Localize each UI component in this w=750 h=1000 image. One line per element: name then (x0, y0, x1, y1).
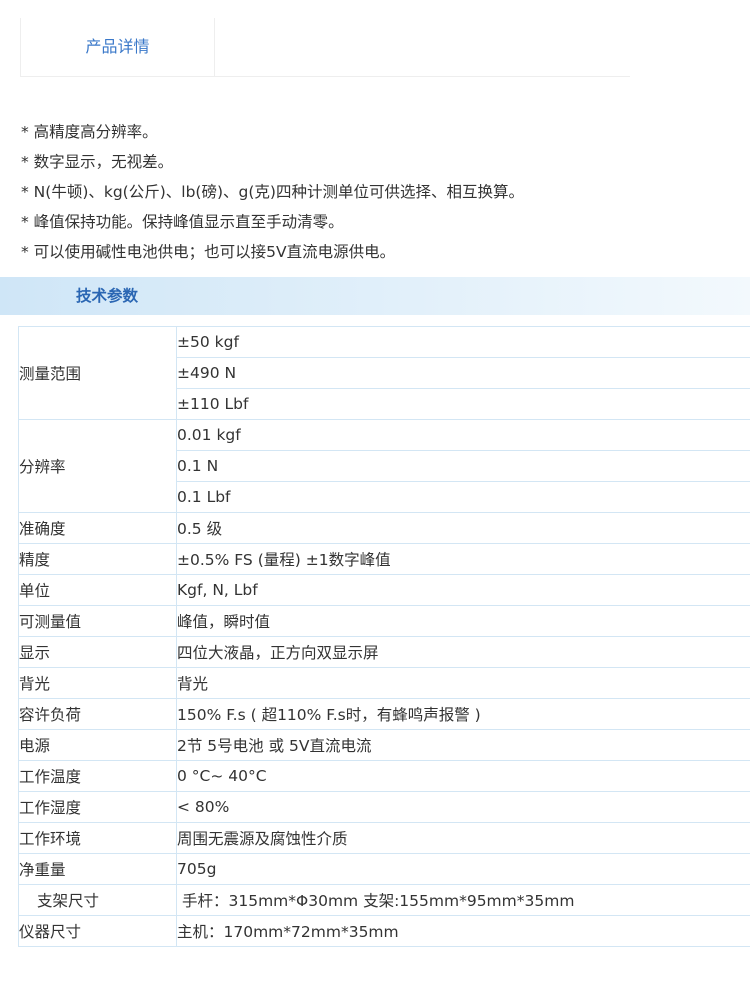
feature-item: * 可以使用碱性电池供电；也可以接5V直流电源供电。 (21, 243, 396, 261)
tab-product-details[interactable]: 产品详情 (20, 18, 215, 76)
table-row: 净重量 705g (18, 853, 750, 885)
feature-item: * 数字显示，无视差。 (21, 153, 174, 171)
spec-value: 150% F.s ( 超110% F.s时，有蜂鸣声报警 ) (176, 698, 750, 730)
spec-key: 精度 (18, 543, 177, 575)
spec-value: ±0.5% FS (量程) ±1数字峰值 (176, 543, 750, 575)
spec-table: 测量范围 ±50 kgf ±490 N ±110 Lbf 分辨率 0.01 kg… (18, 326, 750, 947)
spec-value: 0.1 Lbf (176, 481, 750, 513)
spec-key: 净重量 (18, 853, 177, 885)
table-row: 单位 Kgf, N, Lbf (18, 574, 750, 606)
spec-key: 单位 (18, 574, 177, 606)
spec-value: Kgf, N, Lbf (176, 574, 750, 606)
spec-key: 工作环境 (18, 822, 177, 854)
spec-key: 可测量值 (18, 605, 177, 637)
spec-key: 分辨率 (18, 419, 177, 513)
table-row: 背光 背光 (18, 667, 750, 699)
tech-params-header: 技术参数 (0, 277, 750, 315)
table-row: 可测量值 峰值，瞬时值 (18, 605, 750, 637)
spec-value: 0.5 级 (176, 512, 750, 544)
table-row: 工作湿度 < 80% (18, 791, 750, 823)
table-row: 精度 ±0.5% FS (量程) ±1数字峰值 (18, 543, 750, 575)
table-row: 容许负荷 150% F.s ( 超110% F.s时，有蜂鸣声报警 ) (18, 698, 750, 730)
table-row: 电源 2节 5号电池 或 5V直流电流 (18, 729, 750, 761)
spec-value: 手杆：315mm*Φ30mm 支架:155mm*95mm*35mm (176, 884, 750, 916)
spec-value: 峰值，瞬时值 (176, 605, 750, 637)
spec-key: 背光 (18, 667, 177, 699)
spec-key: 容许负荷 (18, 698, 177, 730)
spec-value: 705g (176, 853, 750, 885)
spec-key: 电源 (18, 729, 177, 761)
spec-value: < 80% (176, 791, 750, 823)
spec-value: 背光 (176, 667, 750, 699)
spec-value: 0.01 kgf (176, 419, 750, 451)
table-row: 显示 四位大液晶，正方向双显示屏 (18, 636, 750, 668)
table-row: 准确度 0.5 级 (18, 512, 750, 544)
feature-item: * 峰值保持功能。保持峰值显示直至手动清零。 (21, 213, 344, 231)
spec-value: ±50 kgf (176, 326, 750, 358)
spec-key: 显示 (18, 636, 177, 668)
table-row: 支架尺寸 手杆：315mm*Φ30mm 支架:155mm*95mm*35mm (18, 884, 750, 916)
table-row: 工作温度 0 °C~ 40°C (18, 760, 750, 792)
table-row: 工作环境 周围无震源及腐蚀性介质 (18, 822, 750, 854)
spec-key: 工作温度 (18, 760, 177, 792)
spec-value: 周围无震源及腐蚀性介质 (176, 822, 750, 854)
tab-bar: 产品详情 (20, 18, 630, 77)
section-title: 技术参数 (76, 287, 139, 305)
feature-item: * N(牛顿)、kg(公斤)、lb(磅)、g(克)四种计测单位可供选择、相互换算… (21, 183, 524, 201)
spec-value: 主机：170mm*72mm*35mm (176, 915, 750, 947)
spec-value: 0 °C~ 40°C (176, 760, 750, 792)
spec-key: 工作湿度 (18, 791, 177, 823)
spec-value: 2节 5号电池 或 5V直流电流 (176, 729, 750, 761)
spec-value: 0.1 N (176, 450, 750, 482)
table-row: 仪器尺寸 主机：170mm*72mm*35mm (18, 915, 750, 947)
table-row: 测量范围 ±50 kgf (18, 326, 750, 420)
spec-key: 准确度 (18, 512, 177, 544)
feature-list: * 高精度高分辨率。 * 数字显示，无视差。 * N(牛顿)、kg(公斤)、lb… (21, 117, 524, 267)
table-row: 分辨率 0.01 kgf (18, 419, 750, 513)
spec-key: 测量范围 (18, 326, 177, 420)
spec-key: 支架尺寸 (18, 884, 177, 916)
feature-item: * 高精度高分辨率。 (21, 123, 158, 141)
spec-key: 仪器尺寸 (18, 915, 177, 947)
spec-value: 四位大液晶，正方向双显示屏 (176, 636, 750, 668)
spec-value: ±110 Lbf (176, 388, 750, 420)
spec-value: ±490 N (176, 357, 750, 389)
